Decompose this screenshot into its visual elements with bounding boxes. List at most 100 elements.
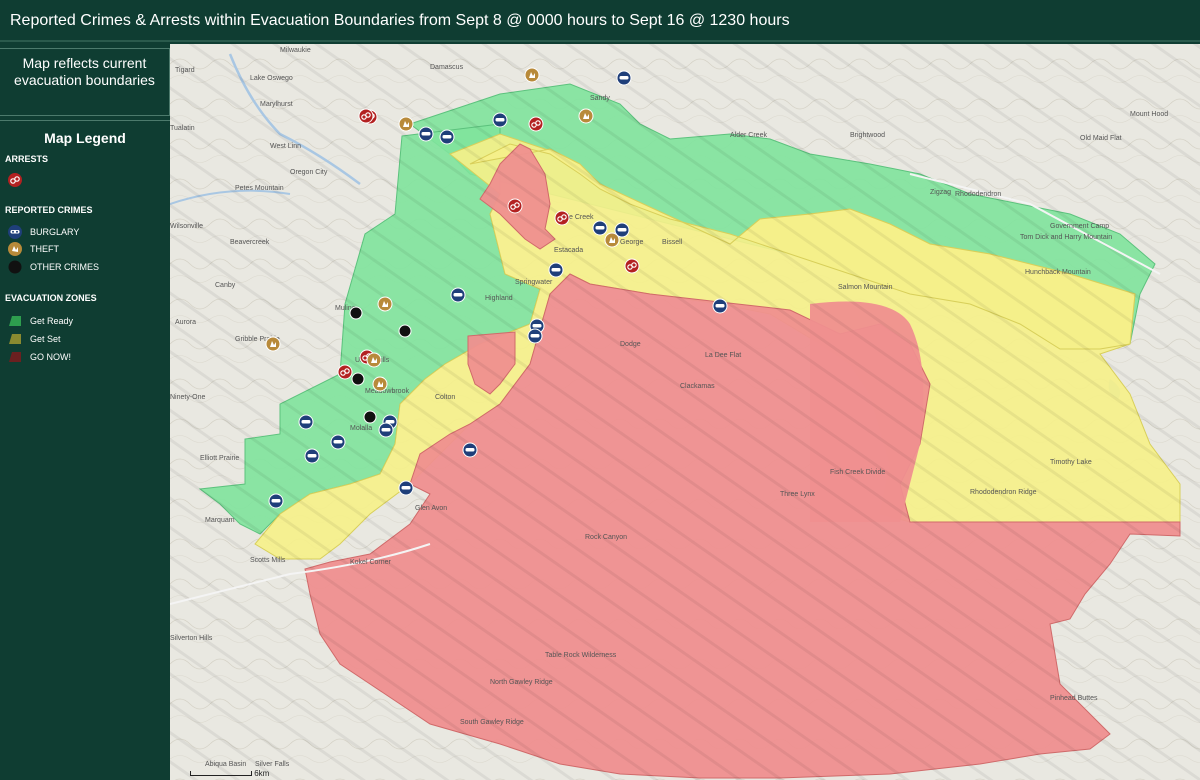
legend-item-go-now: GO NOW!	[8, 351, 71, 363]
legend-item-theft: THEFT	[8, 242, 59, 256]
legend-label-get-ready: Get Ready	[30, 316, 74, 326]
legend-label-theft: THEFT	[30, 244, 59, 254]
place-label: Government Camp	[1050, 223, 1109, 230]
sidebar: Map reflects current evacuation boundari…	[0, 44, 170, 780]
arrest-marker-icon[interactable]	[624, 258, 640, 274]
theft-marker-icon[interactable]	[377, 296, 393, 312]
place-label: Aurora	[175, 319, 196, 326]
other-crime-marker-icon[interactable]	[363, 410, 377, 424]
burglary-marker-icon[interactable]	[592, 220, 608, 236]
place-label: Salmon Mountain	[838, 284, 893, 291]
other-crime-marker-icon[interactable]	[351, 372, 365, 386]
crimes-heading: REPORTED CRIMES	[5, 205, 93, 215]
place-label: Hunchback Mountain	[1025, 269, 1091, 276]
place-label: Springwater	[515, 279, 553, 286]
go-now-swatch-icon	[9, 352, 21, 362]
place-label: George	[620, 239, 643, 246]
ridge-shading	[170, 44, 1200, 780]
burglary-marker-icon[interactable]	[439, 129, 455, 145]
scale-label: 6km	[254, 769, 270, 778]
evacuation-map[interactable]: Milwaukie Lake Oswego Tigard Marylhurst Tual…	[170, 44, 1200, 780]
place-label: Rhododendron	[955, 191, 1001, 198]
theft-marker-icon[interactable]	[524, 67, 540, 83]
burglary-marker-icon[interactable]	[527, 328, 543, 344]
legend-title: Map Legend	[44, 130, 126, 146]
place-label: Marylhurst	[260, 101, 293, 108]
legend-label-other: OTHER CRIMES	[30, 262, 100, 272]
arrest-marker-icon[interactable]	[528, 116, 544, 132]
place-label: Marquam	[205, 517, 235, 524]
place-label: Kokel Corner	[350, 559, 392, 566]
theft-marker-icon[interactable]	[604, 232, 620, 248]
other-crime-marker-icon[interactable]	[349, 306, 363, 320]
burglary-marker-icon[interactable]	[462, 442, 478, 458]
arrest-marker-icon[interactable]	[507, 198, 523, 214]
legend-item-burglary: BURGLARY	[8, 225, 79, 239]
handcuffs-icon	[8, 173, 22, 187]
theft-marker-icon[interactable]	[372, 376, 388, 392]
burglary-marker-icon[interactable]	[548, 262, 564, 278]
place-label: Zigzag	[930, 189, 951, 196]
place-label: Petes Mountain	[235, 185, 284, 192]
place-label: Ninety-One	[170, 394, 206, 401]
legend-item-get-ready: Get Ready	[8, 315, 73, 327]
legend-item-arrest	[8, 173, 30, 187]
place-label: Tigard	[175, 67, 195, 74]
place-label: Damascus	[430, 64, 464, 71]
place-label: Three Lynx	[780, 491, 815, 498]
place-label: Alder Creek	[730, 132, 767, 139]
place-label: Beavercreek	[230, 239, 270, 246]
burglary-marker-icon[interactable]	[304, 448, 320, 464]
place-label: Dodge	[620, 341, 641, 348]
get-set-swatch-icon	[9, 334, 21, 344]
place-label: Colton	[435, 394, 455, 401]
burglary-marker-icon[interactable]	[492, 112, 508, 128]
place-label: Silverton Hills	[170, 635, 213, 642]
place-label: Oregon City	[290, 169, 328, 176]
place-label: Canby	[215, 282, 236, 289]
burglary-marker-icon[interactable]	[268, 493, 284, 509]
place-label: La Dee Flat	[705, 352, 741, 359]
arrests-heading: ARRESTS	[5, 154, 49, 164]
legend-label-burglary: BURGLARY	[30, 227, 80, 237]
scale-bar: 6km	[190, 769, 269, 778]
arrest-marker-icon[interactable]	[358, 108, 374, 124]
arrest-marker-icon[interactable]	[554, 210, 570, 226]
place-label: Wilsonville	[170, 223, 203, 230]
burglary-marker-icon[interactable]	[450, 287, 466, 303]
place-label: Milwaukie	[280, 47, 311, 54]
place-label: Abiqua Basin	[205, 761, 246, 768]
legend-item-other: OTHER CRIMES	[8, 260, 99, 274]
place-label: Estacada	[554, 247, 583, 254]
burglary-marker-icon[interactable]	[378, 422, 394, 438]
arrest-marker-icon[interactable]	[337, 364, 353, 380]
burglary-marker-icon[interactable]	[398, 480, 414, 496]
place-label: Brightwood	[850, 132, 885, 139]
place-label: Rhododendron Ridge	[970, 489, 1037, 496]
theft-marker-icon[interactable]	[398, 116, 414, 132]
place-label: Scotts Mills	[250, 557, 286, 564]
note-line-2: evacuation boundaries	[14, 72, 155, 88]
map-canvas[interactable]: Milwaukie Lake Oswego Tigard Marylhurst Tual…	[170, 44, 1200, 780]
theft-marker-icon[interactable]	[578, 108, 594, 124]
burglary-marker-icon[interactable]	[616, 70, 632, 86]
burglary-marker-icon[interactable]	[330, 434, 346, 450]
other-crime-dot-icon	[8, 260, 22, 274]
place-label: Lake Oswego	[250, 75, 293, 82]
place-label: Tualatin	[170, 125, 195, 132]
theft-marker-icon[interactable]	[265, 336, 281, 352]
scale-line	[190, 771, 252, 777]
other-crime-marker-icon[interactable]	[398, 324, 412, 338]
note-line-1: Map reflects current	[22, 55, 147, 71]
place-label: Bissell	[662, 239, 683, 246]
place-label: Silver Falls	[255, 761, 290, 768]
burglary-marker-icon[interactable]	[712, 298, 728, 314]
place-label: South Gawley Ridge	[460, 719, 524, 726]
theft-marker-icon[interactable]	[366, 352, 382, 368]
burglary-marker-icon[interactable]	[298, 414, 314, 430]
place-label: Fish Creek Divide	[830, 469, 885, 476]
place-label: West Linn	[270, 143, 301, 150]
burglary-marker-icon[interactable]	[418, 126, 434, 142]
place-label: Rock Canyon	[585, 534, 627, 541]
legend-label-get-set: Get Set	[30, 334, 61, 344]
